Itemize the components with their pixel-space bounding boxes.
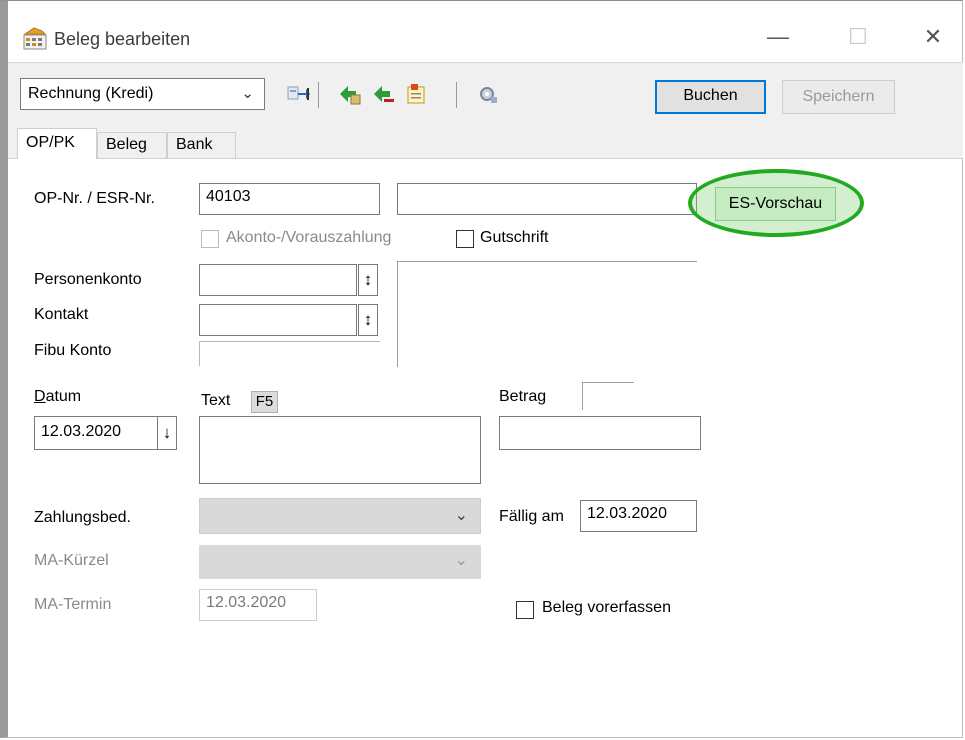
- document-type-value: Rechnung (Kredi): [28, 85, 154, 102]
- gutschrift-label: Gutschrift: [480, 229, 549, 246]
- toolbar-separator: [456, 82, 457, 108]
- beleg-vorerfassen-label: Beleg vorerfassen: [542, 599, 671, 616]
- add-entry-icon[interactable]: [338, 82, 361, 105]
- tab-op-pk[interactable]: OP/PK: [17, 128, 97, 159]
- op-number-field[interactable]: 40103: [199, 183, 380, 215]
- address-display-box: [397, 261, 697, 367]
- betrag-label: Betrag: [499, 388, 547, 405]
- maximize-button[interactable]: ☐: [843, 22, 873, 52]
- kontakt-label: Kontakt: [34, 306, 89, 323]
- chevron-down-icon: ⌄: [454, 552, 468, 569]
- kontakt-lookup-button[interactable]: ↕: [358, 304, 378, 336]
- op-number-label: OP-Nr. / ESR-Nr.: [34, 190, 155, 207]
- window-title: Beleg bearbeiten: [54, 29, 191, 49]
- save-button[interactable]: Speichern: [782, 80, 895, 114]
- personenkonto-field[interactable]: [199, 264, 357, 296]
- esr-number-field[interactable]: [397, 183, 697, 215]
- tab-divider: [8, 158, 963, 159]
- settings-icon[interactable]: [475, 82, 497, 104]
- es-preview-button[interactable]: ES-Vorschau: [715, 187, 836, 221]
- chevron-down-icon: ⌄: [454, 507, 468, 524]
- remove-entry-icon[interactable]: [372, 82, 394, 104]
- ma-termin-value: 12.03.2020: [206, 594, 287, 611]
- kontakt-field[interactable]: [199, 304, 357, 336]
- fibu-konto-label: Fibu Konto: [34, 342, 112, 359]
- chevron-down-icon: ⌄: [241, 85, 254, 102]
- book-button[interactable]: Buchen: [655, 80, 766, 114]
- ma-kuerzel-label: MA-Kürzel: [34, 552, 109, 569]
- datum-label: Datum: [34, 388, 82, 405]
- app-icon: [22, 25, 48, 51]
- faellig-value: 12.03.2020: [587, 505, 668, 522]
- document-type-select[interactable]: Rechnung (Kredi) ⌄: [20, 78, 265, 110]
- toolbar-separator: [318, 82, 319, 108]
- faellig-label: Fällig am: [499, 508, 564, 525]
- tab-beleg[interactable]: Beleg: [97, 132, 167, 158]
- zahlungsbed-select[interactable]: ⌄: [199, 498, 481, 534]
- minimize-button[interactable]: —: [763, 22, 793, 52]
- zahlungsbed-label: Zahlungsbed.: [34, 509, 131, 526]
- text-field[interactable]: [199, 416, 481, 484]
- personenkonto-lookup-button[interactable]: ↕: [358, 264, 378, 296]
- f5-key-badge[interactable]: F5: [251, 391, 278, 413]
- tab-bank[interactable]: Bank: [167, 132, 236, 158]
- datum-picker-button[interactable]: ↓: [157, 416, 177, 450]
- akonto-checkbox[interactable]: [201, 230, 219, 248]
- ma-termin-field[interactable]: 12.03.2020: [199, 589, 317, 621]
- gutschrift-checkbox[interactable]: [456, 230, 474, 248]
- ma-kuerzel-select[interactable]: ⌄: [199, 545, 481, 579]
- betrag-field[interactable]: [499, 416, 701, 450]
- datum-field[interactable]: 12.03.2020: [34, 416, 158, 450]
- transfer-icon[interactable]: [287, 82, 310, 104]
- text-label: Text: [201, 392, 231, 409]
- personenkonto-label: Personenkonto: [34, 271, 142, 288]
- akonto-label: Akonto-/Vorauszahlung: [226, 229, 392, 246]
- beleg-vorerfassen-checkbox[interactable]: [516, 601, 534, 619]
- fibu-konto-field[interactable]: [199, 341, 380, 366]
- note-icon[interactable]: [405, 82, 427, 104]
- close-button[interactable]: ✕: [918, 22, 948, 52]
- currency-field[interactable]: [582, 382, 634, 410]
- ma-termin-label: MA-Termin: [34, 596, 112, 613]
- datum-value: 12.03.2020: [41, 423, 122, 440]
- op-number-value: 40103: [206, 188, 251, 205]
- faellig-field[interactable]: 12.03.2020: [580, 500, 697, 532]
